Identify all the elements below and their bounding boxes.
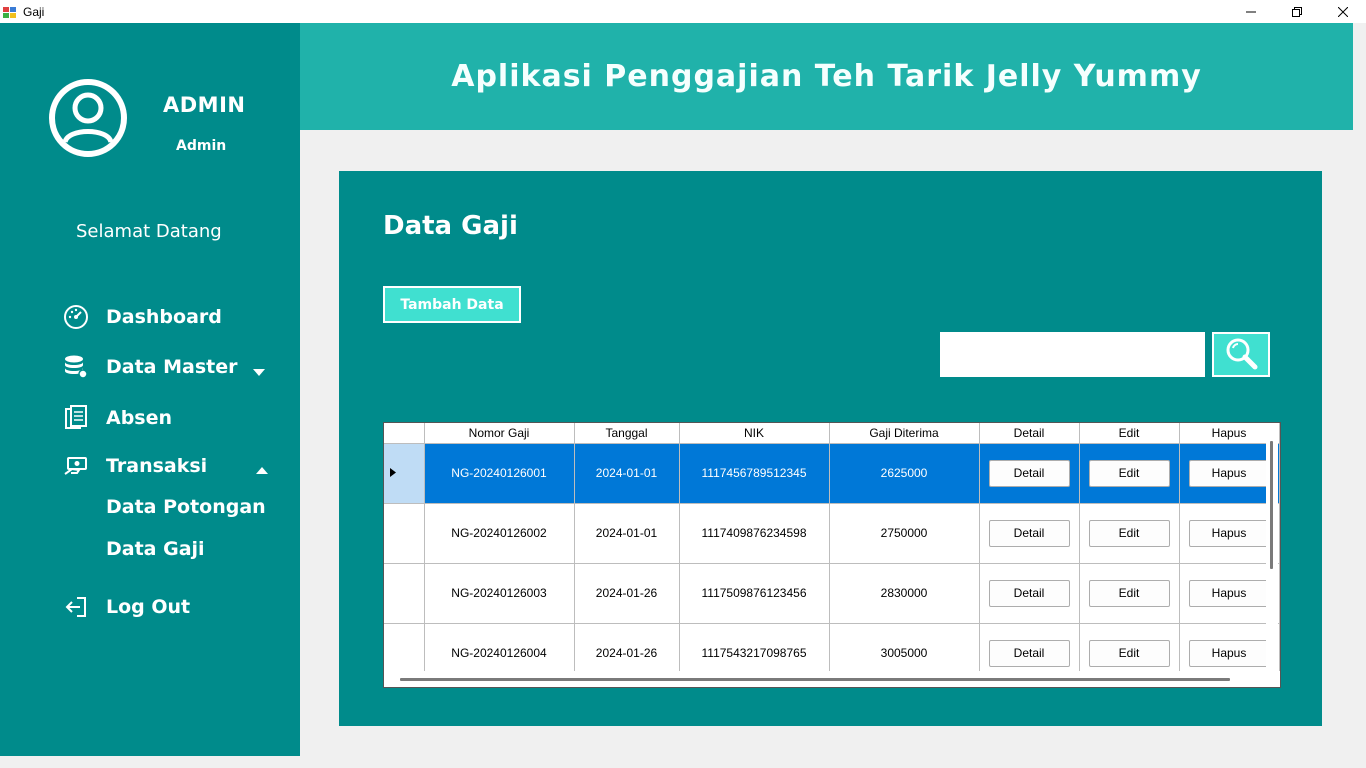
edit-button[interactable]: Edit bbox=[1088, 519, 1170, 547]
cell-hapus: Hapus bbox=[1179, 503, 1280, 564]
close-button[interactable] bbox=[1320, 0, 1366, 23]
add-data-button[interactable]: Tambah Data bbox=[383, 286, 521, 323]
column-header-hapus[interactable]: Hapus bbox=[1179, 423, 1280, 444]
search-icon bbox=[1224, 336, 1258, 374]
content-panel: Data Gaji Tambah Data Nomor Gaji Tanggal… bbox=[339, 171, 1322, 726]
welcome-text: Selamat Datang bbox=[76, 221, 222, 242]
cell-detail: Detail bbox=[979, 503, 1080, 564]
cell-tanggal[interactable]: 2024-01-26 bbox=[574, 563, 680, 624]
cell-gaji-diterima[interactable]: 2750000 bbox=[829, 503, 980, 564]
app-header: Aplikasi Penggajian Teh Tarik Jelly Yumm… bbox=[300, 23, 1353, 130]
column-header-detail[interactable]: Detail bbox=[979, 423, 1080, 444]
nav-logout-label: Log Out bbox=[106, 596, 191, 618]
cell-gaji-diterima[interactable]: 2830000 bbox=[829, 563, 980, 624]
app-icon bbox=[3, 5, 17, 19]
column-header-nik[interactable]: NIK bbox=[679, 423, 830, 444]
vertical-scrollbar[interactable] bbox=[1266, 441, 1278, 667]
table-row[interactable]: NG-20240126002 2024-01-01 11174098762345… bbox=[384, 503, 1280, 564]
dashboard-gauge-icon bbox=[62, 303, 90, 331]
detail-button[interactable]: Detail bbox=[988, 519, 1070, 547]
nav-transaksi[interactable]: Transaksi bbox=[62, 452, 269, 480]
hapus-button[interactable]: Hapus bbox=[1188, 579, 1270, 607]
cell-tanggal[interactable]: 2024-01-01 bbox=[574, 503, 680, 564]
edit-button[interactable]: Edit bbox=[1088, 639, 1170, 667]
row-header[interactable] bbox=[384, 503, 425, 564]
cell-gaji-diterima[interactable]: 2625000 bbox=[829, 443, 980, 504]
column-header-tanggal[interactable]: Tanggal bbox=[574, 423, 680, 444]
cell-edit: Edit bbox=[1079, 503, 1180, 564]
search-input[interactable] bbox=[940, 332, 1205, 377]
vertical-scrollbar-thumb[interactable] bbox=[1270, 441, 1273, 569]
cell-nomor-gaji[interactable]: NG-20240126001 bbox=[424, 443, 575, 504]
column-header-gaji-diterima[interactable]: Gaji Diterima bbox=[829, 423, 980, 444]
table-row[interactable]: NG-20240126003 2024-01-26 11175098761234… bbox=[384, 563, 1280, 624]
cell-nik[interactable]: 1117456789512345 bbox=[679, 443, 830, 504]
row-header[interactable] bbox=[384, 443, 425, 504]
cell-edit: Edit bbox=[1079, 563, 1180, 624]
logout-icon bbox=[62, 593, 90, 621]
chevron-down-icon bbox=[252, 362, 266, 376]
data-table: Nomor Gaji Tanggal NIK Gaji Diterima Det… bbox=[384, 423, 1280, 684]
cell-nik[interactable]: 1117409876234598 bbox=[679, 503, 830, 564]
nav-dashboard[interactable]: Dashboard bbox=[62, 303, 222, 331]
cell-nomor-gaji[interactable]: NG-20240126003 bbox=[424, 563, 575, 624]
cell-hapus: Hapus bbox=[1179, 443, 1280, 504]
cell-nik[interactable]: 1117509876123456 bbox=[679, 563, 830, 624]
cell-tanggal[interactable]: 2024-01-01 bbox=[574, 443, 680, 504]
app-header-title: Aplikasi Penggajian Teh Tarik Jelly Yumm… bbox=[451, 59, 1202, 94]
user-avatar-icon bbox=[48, 78, 128, 158]
user-name: ADMIN bbox=[163, 93, 246, 117]
horizontal-scrollbar[interactable] bbox=[384, 671, 1280, 687]
search-button[interactable] bbox=[1212, 332, 1270, 377]
data-gaji-grid[interactable]: Nomor Gaji Tanggal NIK Gaji Diterima Det… bbox=[383, 422, 1281, 688]
cell-edit: Edit bbox=[1079, 443, 1180, 504]
column-header-edit[interactable]: Edit bbox=[1079, 423, 1180, 444]
nav-data-master-label: Data Master bbox=[106, 356, 238, 378]
nav-data-potongan[interactable]: Data Potongan bbox=[106, 496, 266, 518]
nav-absen[interactable]: Absen bbox=[62, 404, 172, 432]
edit-button[interactable]: Edit bbox=[1088, 579, 1170, 607]
nav-transaksi-label: Transaksi bbox=[106, 455, 208, 477]
hapus-button[interactable]: Hapus bbox=[1188, 459, 1270, 487]
hand-money-icon bbox=[62, 452, 90, 480]
row-header-corner bbox=[384, 423, 425, 444]
hapus-button[interactable]: Hapus bbox=[1188, 519, 1270, 547]
detail-button[interactable]: Detail bbox=[988, 639, 1070, 667]
cell-detail: Detail bbox=[979, 563, 1080, 624]
edit-button[interactable]: Edit bbox=[1088, 459, 1170, 487]
minimize-button[interactable] bbox=[1228, 0, 1274, 23]
user-role: Admin bbox=[176, 138, 227, 154]
cell-hapus: Hapus bbox=[1179, 563, 1280, 624]
window-title: Gaji bbox=[23, 4, 45, 19]
document-copy-icon bbox=[62, 404, 90, 432]
current-row-arrow-icon bbox=[390, 466, 396, 480]
table-header-row: Nomor Gaji Tanggal NIK Gaji Diterima Det… bbox=[384, 423, 1280, 444]
detail-button[interactable]: Detail bbox=[988, 579, 1070, 607]
restore-button[interactable] bbox=[1274, 0, 1320, 23]
horizontal-scrollbar-thumb[interactable] bbox=[400, 678, 1230, 681]
sidebar: ADMIN Admin Selamat Datang Dashboard Dat… bbox=[0, 23, 300, 756]
table-row[interactable]: NG-20240126001 2024-01-01 11174567895123… bbox=[384, 443, 1280, 504]
cell-detail: Detail bbox=[979, 443, 1080, 504]
nav-dashboard-label: Dashboard bbox=[106, 306, 222, 328]
nav-data-master[interactable]: Data Master bbox=[62, 353, 266, 381]
detail-button[interactable]: Detail bbox=[988, 459, 1070, 487]
hapus-button[interactable]: Hapus bbox=[1188, 639, 1270, 667]
nav-absen-label: Absen bbox=[106, 407, 173, 429]
cell-nomor-gaji[interactable]: NG-20240126002 bbox=[424, 503, 575, 564]
database-icon bbox=[62, 353, 90, 381]
window-titlebar: Gaji bbox=[0, 0, 1366, 23]
chevron-up-icon bbox=[255, 461, 269, 474]
page-title: Data Gaji bbox=[383, 211, 518, 241]
nav-logout[interactable]: Log Out bbox=[62, 593, 190, 621]
row-header[interactable] bbox=[384, 563, 425, 624]
nav-data-gaji[interactable]: Data Gaji bbox=[106, 538, 205, 560]
column-header-nomor-gaji[interactable]: Nomor Gaji bbox=[424, 423, 575, 444]
